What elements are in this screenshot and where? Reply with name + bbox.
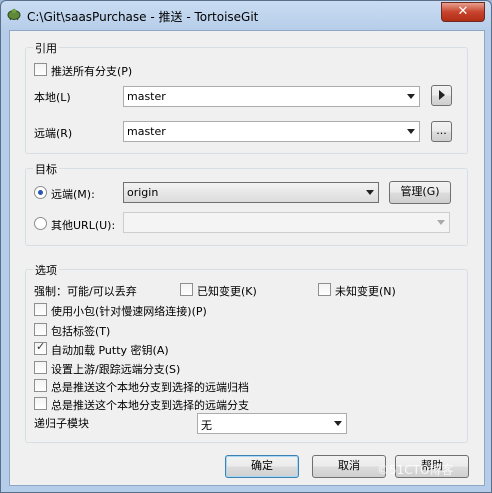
known-changes-label: 已知变更(K) bbox=[197, 285, 257, 298]
recurse-submodules-label: 递归子模块 bbox=[34, 417, 89, 430]
remote-radio[interactable] bbox=[34, 186, 47, 199]
push-to-branch-checkbox[interactable] bbox=[34, 397, 47, 410]
push-dialog-window: C:\Git\saasPurchase - 推送 - TortoiseGit ✕… bbox=[0, 0, 492, 493]
autoload-putty-checkbox[interactable] bbox=[34, 340, 47, 355]
cancel-button[interactable]: 取消 bbox=[312, 455, 386, 478]
remote-branch-value: master bbox=[127, 125, 166, 138]
watermark: ©51CTO博客 bbox=[377, 463, 454, 477]
close-button[interactable]: ✕ bbox=[441, 2, 485, 22]
push-to-archive-label: 总是推送这个本地分支到选择的远端归档 bbox=[51, 381, 249, 394]
ok-button[interactable]: 确定 bbox=[225, 455, 299, 478]
local-branch-label: 本地(L) bbox=[34, 91, 71, 104]
force-label: 强制：可能/可以丢弃 bbox=[34, 285, 137, 298]
local-branch-value: master bbox=[127, 90, 166, 103]
known-changes-checkbox[interactable] bbox=[180, 283, 193, 296]
tortoisegit-icon bbox=[7, 8, 21, 21]
other-url-label: 其他URL(U): bbox=[51, 219, 116, 232]
unknown-changes-checkbox[interactable] bbox=[318, 283, 331, 296]
autoload-putty-label: 自动加载 Putty 密钥(A) bbox=[51, 344, 169, 357]
push-all-branches-checkbox[interactable] bbox=[34, 63, 47, 76]
target-group-title: 目标 bbox=[33, 161, 59, 177]
options-group-title: 选项 bbox=[33, 262, 59, 278]
remote-branch-label: 远端(R) bbox=[34, 127, 73, 140]
play-arrow-icon bbox=[438, 90, 445, 100]
chevron-down-icon bbox=[437, 220, 445, 225]
include-tags-checkbox[interactable] bbox=[34, 323, 47, 336]
target-remote-combo[interactable]: origin bbox=[123, 182, 379, 203]
remote-branch-browse-button[interactable]: ... bbox=[431, 121, 452, 142]
manage-button[interactable]: 管理(G) bbox=[389, 181, 451, 204]
title-bar[interactable]: C:\Git\saasPurchase - 推送 - TortoiseGit ✕ bbox=[1, 1, 491, 29]
chevron-down-icon bbox=[334, 421, 342, 426]
other-url-combo[interactable] bbox=[123, 212, 450, 233]
thin-pack-checkbox[interactable] bbox=[34, 303, 47, 316]
other-url-radio[interactable] bbox=[34, 217, 47, 230]
push-to-archive-checkbox[interactable] bbox=[34, 379, 47, 392]
local-browse-arrow-button[interactable] bbox=[431, 85, 452, 106]
chevron-down-icon bbox=[407, 129, 415, 134]
thin-pack-label: 使用小包(针对慢速网络连接)(P) bbox=[51, 305, 207, 318]
include-tags-label: 包括标签(T) bbox=[51, 325, 111, 338]
push-to-branch-label: 总是推送这个本地分支到选择的远端分支 bbox=[51, 399, 249, 412]
chevron-down-icon bbox=[407, 94, 415, 99]
set-upstream-label: 设置上游/跟踪远端分支(S) bbox=[51, 363, 181, 376]
refs-group-title: 引用 bbox=[33, 40, 59, 56]
target-group: 目标 bbox=[25, 161, 468, 246]
chevron-down-icon bbox=[366, 190, 374, 195]
target-remote-label: 远端(M): bbox=[51, 188, 95, 201]
dialog-client-area: 引用 推送所有分支(P) 本地(L) master 远端(R) master .… bbox=[9, 30, 485, 486]
recurse-submodules-combo[interactable]: 无 bbox=[197, 413, 347, 434]
unknown-changes-label: 未知变更(N) bbox=[335, 285, 396, 298]
target-remote-value: origin bbox=[127, 186, 159, 199]
remote-branch-combo[interactable]: master bbox=[123, 121, 420, 142]
set-upstream-checkbox[interactable] bbox=[34, 361, 47, 374]
window-title: C:\Git\saasPurchase - 推送 - TortoiseGit bbox=[27, 10, 259, 24]
push-all-branches-label: 推送所有分支(P) bbox=[51, 65, 133, 78]
local-branch-combo[interactable]: master bbox=[123, 86, 420, 107]
recurse-submodules-value: 无 bbox=[201, 419, 212, 432]
